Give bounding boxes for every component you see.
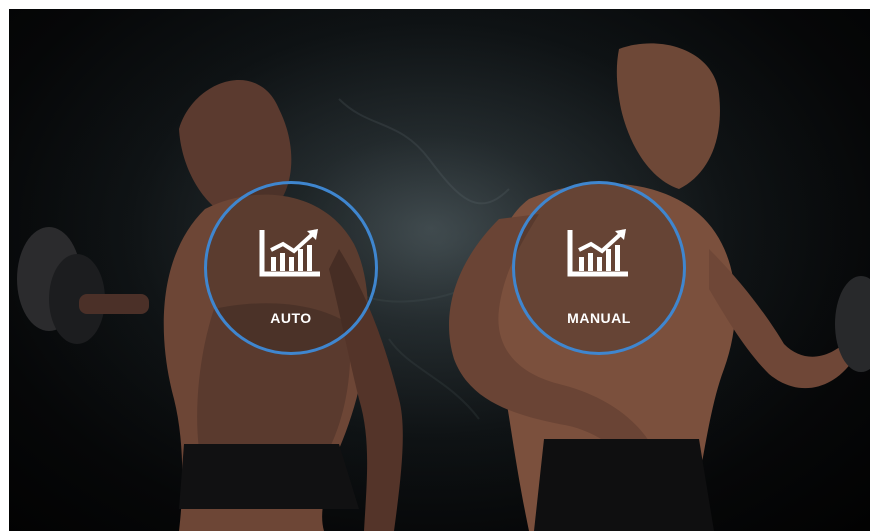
manual-mode-label: MANUAL <box>567 310 631 326</box>
chart-trend-icon <box>259 229 320 277</box>
man-athlete-image <box>449 43 870 531</box>
chart-trend-icon <box>567 229 628 277</box>
auto-mode-label: AUTO <box>270 310 312 326</box>
auto-mode-button[interactable]: AUTO <box>204 181 378 355</box>
mode-select-screen: AUTO MANUAL <box>9 9 870 531</box>
manual-mode-button[interactable]: MANUAL <box>512 181 686 355</box>
